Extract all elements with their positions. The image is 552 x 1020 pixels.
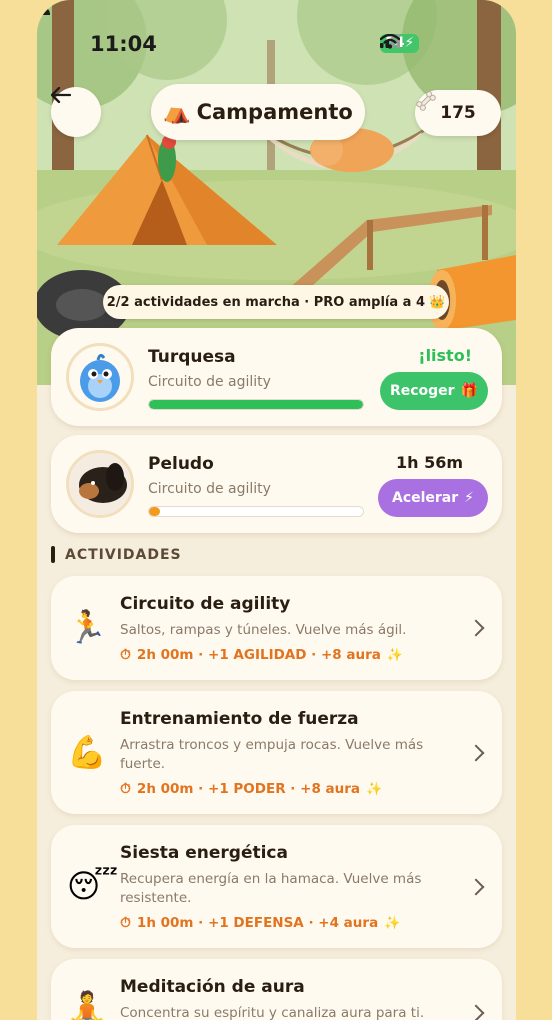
section-title: ACTIVIDADES <box>65 546 182 563</box>
pet-avatar-dog <box>66 450 134 518</box>
activity-meta: ⏱ 1h 00m · +1 DEFENSA · +4 aura ✨ <box>120 915 400 931</box>
stopwatch-icon: ⏱ <box>120 915 131 931</box>
activity-meta-text: 2h 00m · +1 PODER · +8 aura <box>136 781 361 797</box>
bones-count: 175 <box>440 103 476 123</box>
page-title: Campamento <box>196 100 353 124</box>
sleeping-face-icon: 😴 <box>67 867 119 905</box>
activity-meta-text: 1h 00m · +1 DEFENSA · +4 aura <box>136 915 379 931</box>
pet-time-remaining: 1h 56m <box>395 453 463 472</box>
bone-icon <box>416 91 436 111</box>
status-indicators: 54⚡ <box>380 34 420 53</box>
activity-card-meditation[interactable]: 🧘 Meditación de aura Concentra su espíri… <box>51 959 502 1020</box>
activity-description: Arrastra troncos y empuja rocas. Vuelve … <box>120 737 424 772</box>
speed-up-button[interactable]: Acelerar ⚡ <box>378 479 488 517</box>
page-title-pill: ⛺ Campamento <box>151 84 365 140</box>
pet-progress-bar <box>148 506 364 517</box>
activity-description: Concentra su espíritu y canaliza aura pa… <box>120 1005 425 1020</box>
pet-card-peludo[interactable]: Peludo Circuito de agility 1h 56m Aceler… <box>51 435 502 533</box>
arrow-left-icon <box>51 87 71 103</box>
stopwatch-icon: ⏱ <box>120 781 131 797</box>
charging-icon: ⚡ <box>404 35 415 51</box>
flexed-biceps-icon: 💪 <box>67 733 107 771</box>
pet-activity: Circuito de agility <box>148 481 271 497</box>
pet-progress-fill <box>149 507 160 516</box>
gift-icon: 🎁 <box>460 383 479 399</box>
activity-title: Siesta energética <box>120 843 288 863</box>
activity-description: Saltos, rampas y túneles. Vuelve más ági… <box>120 622 407 638</box>
banner-text: 2/2 actividades en marcha · PRO amplía a… <box>106 294 426 310</box>
activity-meta: ⏱ 2h 00m · +1 PODER · +8 aura ✨ <box>120 781 382 797</box>
pet-avatar-bird <box>66 343 134 411</box>
activity-title: Entrenamiento de fuerza <box>120 709 359 729</box>
activity-card-agility[interactable]: 🏃 Circuito de agility Saltos, rampas y t… <box>51 576 502 680</box>
chevron-right-icon <box>467 619 485 637</box>
stopwatch-icon: ⏱ <box>120 647 131 663</box>
chevron-right-icon <box>467 878 485 896</box>
activity-description: Recupera energía en la hamaca. Vuelve má… <box>120 871 422 906</box>
person-icon <box>38 0 50 15</box>
pet-card-turquesa[interactable]: Turquesa Circuito de agility ¡listo! Rec… <box>51 328 502 426</box>
activity-title: Circuito de agility <box>120 594 291 614</box>
activity-slots-banner[interactable]: 2/2 actividades en marcha · PRO amplía a… <box>103 285 449 319</box>
running-icon: 🏃 <box>67 608 107 646</box>
pet-progress-bar <box>148 399 364 410</box>
pet-name: Turquesa <box>148 347 236 367</box>
blue-bird-icon <box>80 353 120 402</box>
phone-screen: 11:04 54⚡ ⛺ Campamento 175 2/2 actividad… <box>37 0 516 1020</box>
chevron-right-icon <box>467 1004 485 1020</box>
activity-meta: ⏱ 2h 00m · +1 AGILIDAD · +8 aura ✨ <box>120 647 403 663</box>
back-button[interactable] <box>51 87 101 137</box>
section-header: ACTIVIDADES <box>51 546 182 563</box>
pet-activity: Circuito de agility <box>148 374 271 390</box>
sparkle-icon: ✨ <box>386 647 404 663</box>
bones-counter[interactable]: 175 <box>415 90 501 136</box>
activity-card-nap[interactable]: 😴 Siesta energética Recupera energía en … <box>51 825 502 948</box>
pet-status-ready: ¡listo! <box>418 346 472 365</box>
wifi-icon <box>380 34 400 49</box>
chevron-right-icon <box>467 744 485 762</box>
pet-progress-fill <box>149 400 363 409</box>
collect-label: Recoger <box>389 383 455 399</box>
sparkle-icon: ✨ <box>366 781 383 797</box>
activity-title: Meditación de aura <box>120 977 305 997</box>
pet-name: Peludo <box>148 454 214 474</box>
status-time: 11:04 <box>90 32 157 56</box>
speed-up-label: Acelerar <box>391 490 459 506</box>
activity-card-strength[interactable]: 💪 Entrenamiento de fuerza Arrastra tronc… <box>51 691 502 814</box>
tent-icon: ⛺ <box>163 99 191 125</box>
person-meditating-icon: 🧘 <box>67 989 107 1020</box>
dog-icon <box>69 453 131 515</box>
collect-button[interactable]: Recoger 🎁 <box>380 372 488 410</box>
lightning-icon: ⚡ <box>464 490 475 506</box>
activity-meta-text: 2h 00m · +1 AGILIDAD · +8 aura <box>136 647 381 663</box>
sparkle-icon: ✨ <box>384 915 401 931</box>
crown-icon: 👑 <box>429 294 446 310</box>
section-bar <box>51 546 55 563</box>
